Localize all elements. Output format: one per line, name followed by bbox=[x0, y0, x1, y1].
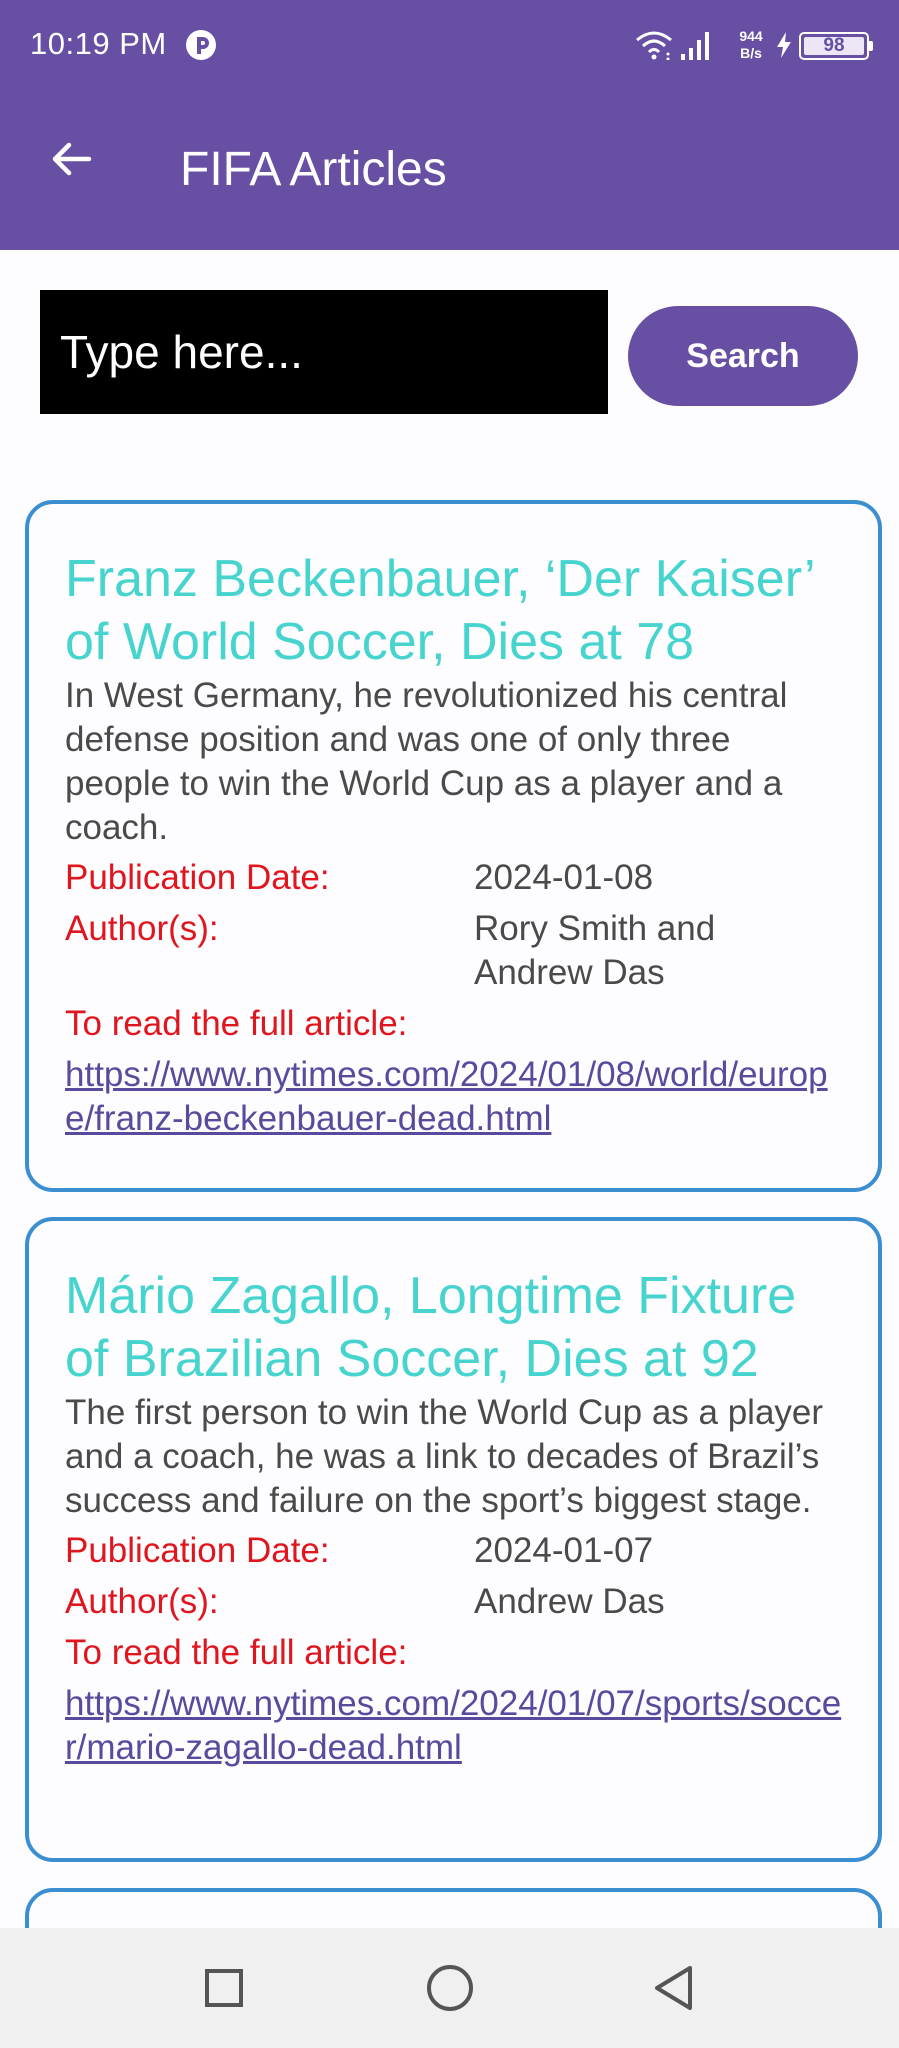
article-summary: In West Germany, he revolutionized his c… bbox=[65, 676, 788, 847]
publication-date-value: 2024-01-08 bbox=[474, 858, 654, 897]
search-input[interactable] bbox=[40, 290, 608, 414]
status-bar: 10:19 PM 944 B/s 98 bbox=[0, 0, 899, 90]
article-link[interactable]: https://www.nytimes.com/2024/01/08/world… bbox=[65, 1053, 842, 1141]
app-notification-icon bbox=[186, 30, 216, 60]
network-speed: 944 B/s bbox=[729, 28, 773, 62]
charging-icon bbox=[777, 32, 791, 58]
battery-level: 98 bbox=[823, 35, 845, 56]
wifi-icon bbox=[636, 31, 672, 60]
authors-value: Rory Smith and Andrew Das bbox=[474, 909, 716, 992]
arrow-left-icon bbox=[52, 142, 92, 176]
network-speed-value: 944 bbox=[739, 28, 763, 44]
authors-row: Author(s): Andrew Das bbox=[65, 1580, 842, 1624]
article-card: Mário Zagallo, Longtime Fixture of Brazi… bbox=[25, 1217, 882, 1862]
article-title: Mário Zagallo, Longtime Fixture of Brazi… bbox=[65, 1267, 797, 1388]
page-title: FIFA Articles bbox=[180, 143, 447, 196]
article-card: Franz Beckenbauer, ‘Der Kaiser’ of World… bbox=[25, 500, 882, 1192]
status-time: 10:19 PM bbox=[30, 26, 167, 61]
authors-label: Author(s): bbox=[65, 909, 219, 948]
article-summary: The first person to win the World Cup as… bbox=[65, 1393, 824, 1520]
publication-date-label: Publication Date: bbox=[65, 858, 330, 897]
back-button[interactable] bbox=[36, 124, 106, 194]
authors-label: Author(s): bbox=[65, 1582, 219, 1621]
read-full-label: To read the full article: bbox=[65, 1004, 408, 1043]
publication-date-row: Publication Date: 2024-01-07 bbox=[65, 1529, 842, 1573]
battery-icon: 98 bbox=[799, 32, 873, 60]
home-circle-icon[interactable] bbox=[420, 1958, 480, 2018]
back-triangle-icon[interactable] bbox=[645, 1958, 705, 2018]
authors-value: Andrew Das bbox=[474, 1582, 665, 1621]
publication-date-label: Publication Date: bbox=[65, 1531, 330, 1570]
article-title: Franz Beckenbauer, ‘Der Kaiser’ of World… bbox=[65, 550, 814, 671]
publication-date-value: 2024-01-07 bbox=[474, 1531, 654, 1570]
publication-date-row: Publication Date: 2024-01-08 bbox=[65, 856, 842, 900]
read-full-label: To read the full article: bbox=[65, 1633, 408, 1672]
authors-row: Author(s): Rory Smith and Andrew Das bbox=[65, 907, 842, 995]
article-link[interactable]: https://www.nytimes.com/2024/01/07/sport… bbox=[65, 1682, 842, 1770]
app-bar: FIFA Articles bbox=[0, 90, 899, 250]
search-button[interactable]: Search bbox=[628, 306, 858, 406]
status-icons: 944 B/s 98 bbox=[569, 26, 873, 66]
system-nav-bar bbox=[0, 1928, 899, 2048]
recents-square-icon[interactable] bbox=[194, 1958, 254, 2018]
network-speed-unit: B/s bbox=[740, 45, 762, 61]
signal-icon bbox=[681, 32, 709, 60]
